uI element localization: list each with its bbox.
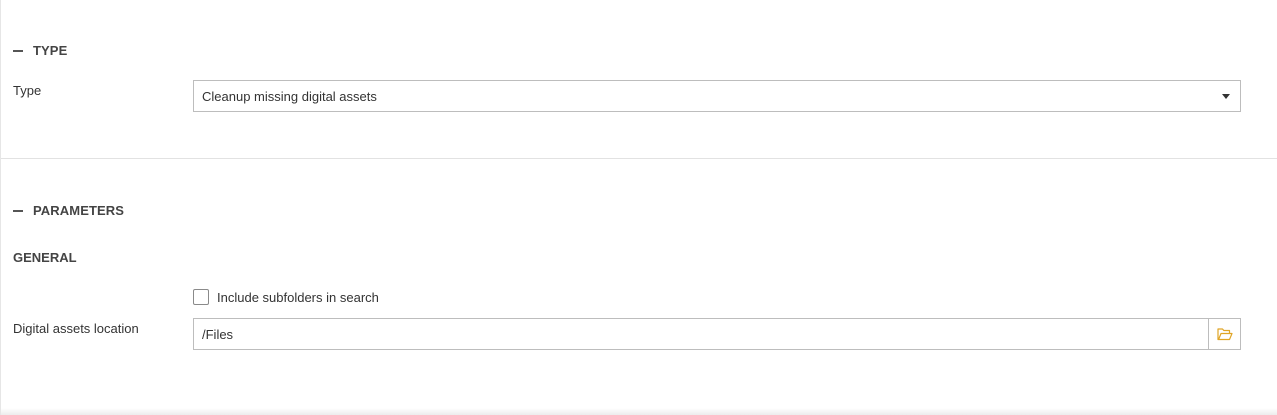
browse-button[interactable] (1208, 319, 1240, 349)
type-select-value: Cleanup missing digital assets (202, 88, 377, 104)
type-section-title: TYPE (33, 43, 68, 58)
parameters-section-header[interactable]: PARAMETERS (13, 203, 124, 218)
type-select[interactable]: Cleanup missing digital assets (193, 80, 1241, 112)
include-subfolders-row[interactable]: Include subfolders in search (193, 289, 379, 305)
parameters-section-title: PARAMETERS (33, 203, 125, 218)
collapse-icon[interactable] (13, 209, 23, 212)
folder-open-icon (1216, 327, 1233, 340)
location-label: Digital assets location (13, 321, 139, 336)
type-label: Type (13, 83, 42, 98)
location-field[interactable]: /Files (193, 318, 1241, 350)
include-subfolders-checkbox[interactable] (193, 289, 209, 305)
section-divider (1, 158, 1277, 159)
location-value[interactable]: /Files (194, 319, 1208, 349)
general-subheader: GENERAL (13, 250, 77, 265)
bottom-edge (1, 408, 1277, 415)
type-section-header[interactable]: TYPE (13, 43, 67, 58)
collapse-icon[interactable] (13, 49, 23, 52)
include-subfolders-label[interactable]: Include subfolders in search (217, 290, 379, 305)
form-panel: TYPE Type Cleanup missing digital assets… (0, 0, 1277, 415)
caret-down-icon (1222, 93, 1230, 99)
